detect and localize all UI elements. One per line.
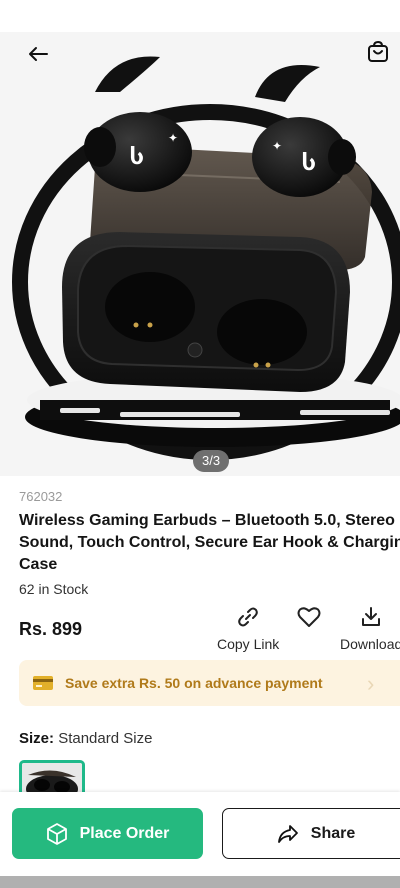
download-label: Download xyxy=(340,636,400,652)
product-image: Ⴑ ✦ Ⴑ ✦ xyxy=(12,56,400,460)
shopping-bag-icon xyxy=(368,41,388,62)
copy-link-label: Copy Link xyxy=(217,636,280,652)
svg-text:Ⴑ: Ⴑ xyxy=(130,145,144,170)
cart-button[interactable] xyxy=(364,38,392,66)
system-nav-bar xyxy=(0,876,400,888)
advance-payment-banner[interactable]: Save extra Rs. 50 on advance payment › xyxy=(19,660,400,706)
svg-text:Ⴑ: Ⴑ xyxy=(302,151,316,176)
share-button[interactable]: Share xyxy=(222,808,400,859)
back-button[interactable] xyxy=(22,40,54,68)
size-label: Size: xyxy=(19,730,55,747)
product-title: Wireless Gaming Earbuds – Bluetooth 5.0,… xyxy=(19,512,400,573)
size-value: Standard Size xyxy=(58,730,153,747)
wishlist-button[interactable] xyxy=(297,604,321,630)
chevron-right-icon: › xyxy=(367,671,375,696)
share-arrow-icon xyxy=(277,824,298,843)
heart-icon xyxy=(297,607,321,627)
product-price: Rs. 899 xyxy=(19,619,83,639)
share-label: Share xyxy=(310,824,356,842)
size-selector-label: Size: Standard Size xyxy=(19,730,152,747)
product-sku: 762032 xyxy=(19,489,63,504)
link-icon xyxy=(238,607,258,627)
status-bar-area xyxy=(0,0,400,32)
promo-text: Save extra Rs. 50 on advance payment xyxy=(65,675,323,691)
svg-text:✦: ✦ xyxy=(168,131,178,145)
box-icon xyxy=(46,822,67,845)
arrow-left-icon xyxy=(29,47,48,61)
svg-text:✦: ✦ xyxy=(272,139,282,153)
copy-link-button[interactable]: Copy Link xyxy=(217,604,279,652)
product-image-gallery[interactable]: Ⴑ ✦ Ⴑ ✦ 3/3 xyxy=(0,32,400,476)
place-order-button[interactable]: Place Order xyxy=(12,808,203,859)
image-counter: 3/3 xyxy=(193,450,230,472)
place-order-label: Place Order xyxy=(79,824,170,842)
download-icon xyxy=(362,607,381,626)
download-button[interactable]: Download xyxy=(340,604,400,652)
stock-count: 62 in Stock xyxy=(19,581,89,597)
credit-card-icon xyxy=(33,676,53,690)
